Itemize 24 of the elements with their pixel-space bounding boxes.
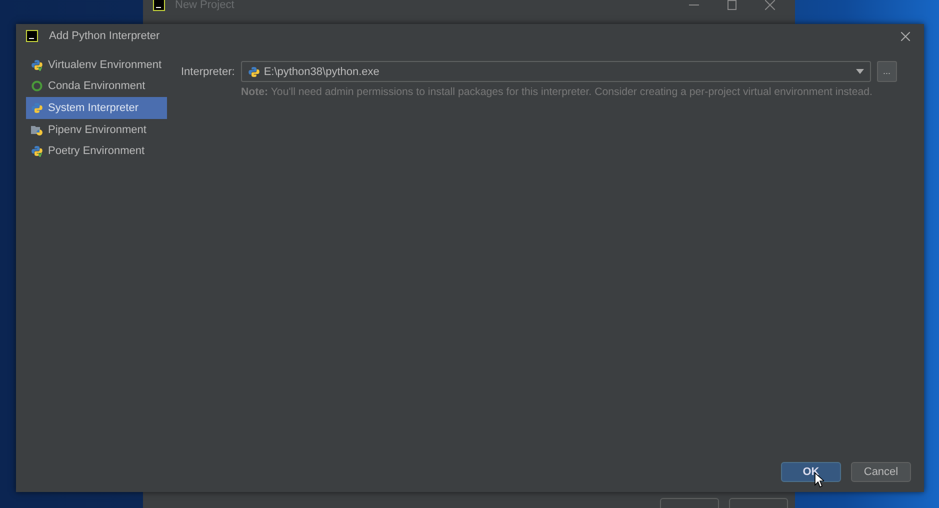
field-label: Interpreter: (181, 66, 235, 78)
dialog-button[interactable]: Cancel (851, 462, 911, 482)
app-logo-icon (153, 0, 165, 11)
app-logo-icon (26, 30, 38, 42)
browse-button[interactable]: ... (876, 61, 897, 82)
folder-python-icon (31, 124, 43, 136)
interpreter-dropdown[interactable]: E:\python38\python.exe (240, 61, 871, 82)
python-icon (248, 66, 260, 78)
note-text: Note: You'll need admin permissions to install packages for this interpreter. Consider creating a per-project virtual environment instead. (241, 86, 874, 98)
close-icon[interactable] (765, 0, 775, 10)
sidebar-item[interactable]: Pipenv Environment (26, 118, 167, 140)
python-v-icon (31, 58, 43, 71)
maximize-icon[interactable] (727, 0, 737, 10)
close-icon[interactable] (901, 32, 910, 40)
python-v-icon (31, 145, 43, 158)
python-icon (31, 102, 43, 114)
sidebar-item[interactable]: Poetry Environment (26, 140, 167, 162)
caret-icon (856, 69, 864, 74)
sidebar-item[interactable]: Virtualenv Environment (26, 54, 167, 76)
dialog-button[interactable]: OK (781, 462, 841, 482)
sidebar-item[interactable]: Conda Environment (26, 76, 167, 98)
sidebar-item[interactable]: System Interpreter (26, 97, 167, 119)
ring-icon (31, 80, 43, 92)
dialog-title: Add Python Interpreter (49, 30, 160, 42)
